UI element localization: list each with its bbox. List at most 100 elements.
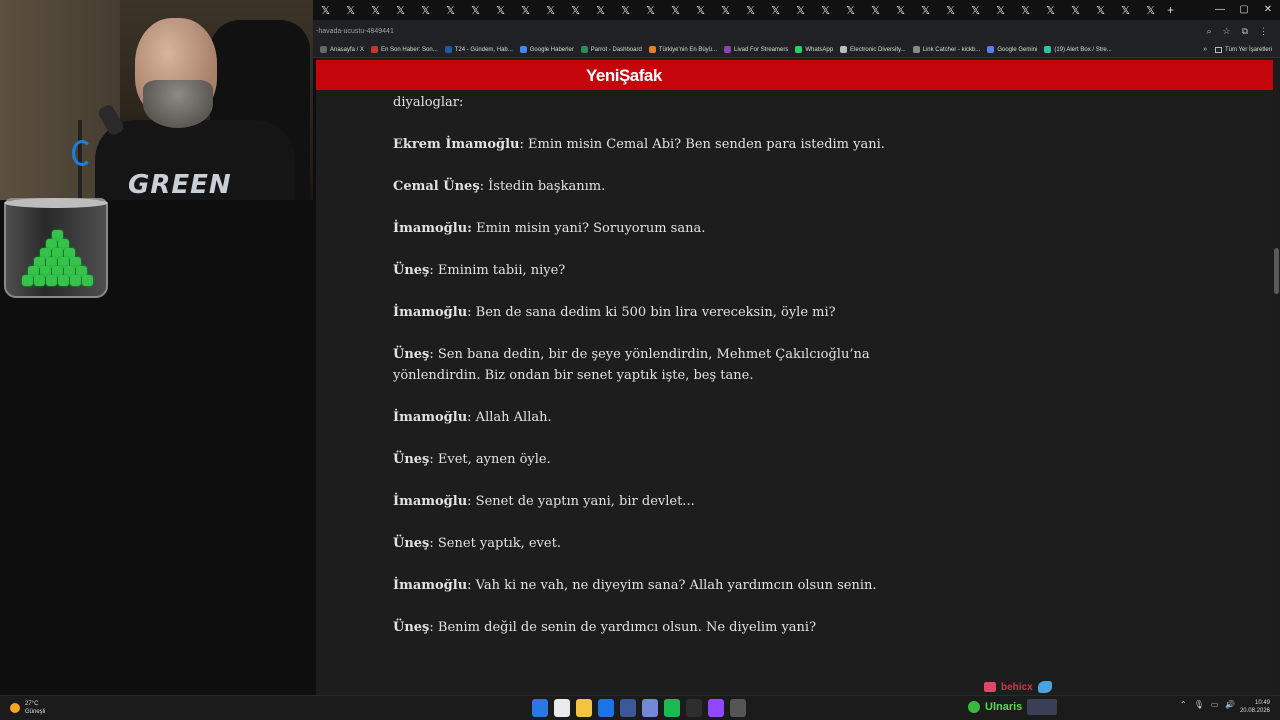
site-header: YeniŞafak	[316, 60, 1273, 90]
dialogue-line: İmamoğlu: Vah ki ne vah, ne diyeyim sana…	[393, 575, 953, 596]
browser-tab[interactable]: 𝕏	[963, 4, 988, 17]
taskbar-app-icon[interactable]	[576, 699, 592, 717]
star-icon[interactable]: ☆	[1222, 26, 1230, 37]
taskbar-app-icon[interactable]	[620, 699, 636, 717]
bookmark-item[interactable]: Parrot - Dashboard	[580, 46, 642, 53]
bookmark-label: En Son Haber: Son...	[381, 46, 438, 53]
browser-tab[interactable]: 𝕏	[613, 4, 638, 17]
bookmark-favicon-icon	[580, 46, 588, 53]
extensions-icon[interactable]: ⧉	[1242, 26, 1248, 37]
browser-tab[interactable]: 𝕏	[588, 4, 613, 17]
web-page: YeniŞafak diyaloglar: Ekrem İmamoğlu: Em…	[316, 58, 1273, 695]
speaker-name: Üneş	[393, 536, 430, 551]
menu-icon[interactable]: ⋮	[1259, 26, 1268, 37]
scrollbar-thumb[interactable]	[1274, 248, 1279, 294]
browser-tab[interactable]: 𝕏	[438, 4, 463, 17]
subscriber-badge-icon	[984, 682, 996, 692]
browser-tab[interactable]: 𝕏	[988, 4, 1013, 17]
url-field[interactable]: -havada-ucustu-4849441	[316, 28, 1206, 35]
browser-tab[interactable]: 𝕏	[1138, 4, 1163, 17]
browser-tab[interactable]: 𝕏	[363, 4, 388, 17]
speaker-name: İmamoğlu	[393, 578, 468, 593]
taskbar-app-icon[interactable]	[642, 699, 658, 717]
bookmark-label: Türkiye'nin En Büyü...	[658, 46, 717, 53]
taskbar-app-icon[interactable]	[708, 699, 724, 717]
bookmark-label: Electronic Diversity...	[850, 46, 906, 53]
browser-tab[interactable]: 𝕏	[1063, 4, 1088, 17]
page-scrollbar[interactable]	[1273, 58, 1280, 695]
bookmark-item[interactable]: Livad For Streamers	[724, 46, 788, 53]
bookmark-item[interactable]: Link Catcher - kickb...	[912, 46, 980, 53]
site-logo[interactable]: YeniŞafak	[586, 66, 662, 86]
browser-tab[interactable]: 𝕏	[388, 4, 413, 17]
browser-tab[interactable]: 𝕏	[1013, 4, 1038, 17]
new-tab-button[interactable]: +	[1167, 3, 1174, 17]
chat-overlay: behicx	[984, 681, 1052, 693]
bookmark-item[interactable]: En Son Haber: Son...	[371, 46, 438, 53]
bookmark-item[interactable]: Anasayfa / X	[320, 46, 364, 53]
bookmark-item[interactable]: Google Haberler	[519, 46, 574, 53]
taskbar-app-icon[interactable]	[598, 699, 614, 717]
browser-tab[interactable]: 𝕏	[538, 4, 563, 17]
browser-tab[interactable]: 𝕏	[638, 4, 663, 17]
chevron-up-icon[interactable]: ⌃	[1180, 700, 1187, 709]
browser-tab[interactable]: 𝕏	[738, 4, 763, 17]
close-window-button[interactable]: ✕	[1256, 0, 1280, 20]
bookmark-item[interactable]: (19) Alert Box / Stre...	[1044, 46, 1112, 53]
bookmark-item[interactable]: WhatsApp	[795, 46, 833, 53]
dialogue-text: Emin misin yani? Soruyorum sana.	[471, 221, 706, 236]
speaker-name: İmamoğlu:	[393, 221, 472, 236]
weather-widget[interactable]: 27°C Güneşli	[10, 700, 45, 716]
bookmark-favicon-icon	[724, 46, 731, 53]
browser-tab[interactable]: 𝕏	[1038, 4, 1063, 17]
all-bookmarks-label: Tüm Yer İşaretleri	[1224, 46, 1272, 53]
browser-tab[interactable]: 𝕏	[688, 4, 713, 17]
dialogue-text: : Emin misin Cemal Abi? Ben senden para …	[519, 137, 885, 152]
browser-tab[interactable]: 𝕏	[1088, 4, 1113, 17]
mic-tray-icon[interactable]: 🎙	[1194, 700, 1204, 709]
bookmark-item[interactable]: Türkiye'nin En Büyü...	[648, 46, 717, 53]
browser-tab[interactable]: 𝕏	[313, 4, 338, 17]
jar-rim	[4, 198, 108, 208]
taskbar-app-icon[interactable]	[686, 699, 702, 717]
browser-tab[interactable]: 𝕏	[513, 4, 538, 17]
address-bar-actions: ⌕ ☆ ⧉ ⋮	[1206, 26, 1268, 37]
browser-tab[interactable]: 𝕏	[813, 4, 838, 17]
browser-tab[interactable]: 𝕏	[488, 4, 513, 17]
gem-icon	[22, 275, 33, 286]
browser-tab[interactable]: 𝕏	[938, 4, 963, 17]
bookmark-item[interactable]: T24 - Gündem, Hab...	[444, 46, 513, 53]
browser-tab[interactable]: 𝕏	[663, 4, 688, 17]
bookmark-favicon-icon	[840, 46, 848, 53]
taskbar-app-icon[interactable]	[664, 699, 680, 717]
browser-tab[interactable]: 𝕏	[788, 4, 813, 17]
browser-tab[interactable]: 𝕏	[463, 4, 488, 17]
browser-tab[interactable]: 𝕏	[913, 4, 938, 17]
bookmark-item[interactable]: Electronic Diversity...	[840, 46, 906, 53]
taskbar-app-icon[interactable]	[730, 699, 746, 717]
browser-tab-bar: 𝕏𝕏𝕏𝕏𝕏𝕏𝕏𝕏𝕏𝕏𝕏𝕏𝕏𝕏𝕏𝕏𝕏𝕏𝕏𝕏𝕏𝕏𝕏𝕏𝕏𝕏𝕏𝕏𝕏𝕏𝕏𝕏𝕏𝕏 + — ▢…	[313, 0, 1280, 20]
bookmark-item[interactable]: Google Gemini	[987, 46, 1037, 53]
volume-icon[interactable]: 🔊	[1225, 700, 1235, 709]
browser-tab[interactable]: 𝕏	[413, 4, 438, 17]
search-icon[interactable]: ⌕	[1206, 26, 1211, 37]
browser-tab[interactable]: 𝕏	[838, 4, 863, 17]
minimize-button[interactable]: —	[1208, 0, 1232, 20]
maximize-button[interactable]: ▢	[1232, 0, 1256, 20]
taskbar-app-icon[interactable]	[554, 699, 570, 717]
browser-tab[interactable]: 𝕏	[863, 4, 888, 17]
browser-tab[interactable]: 𝕏	[1113, 4, 1138, 17]
all-bookmarks-button[interactable]: Tüm Yer İşaretleri	[1214, 46, 1272, 53]
browser-tab[interactable]: 𝕏	[338, 4, 363, 17]
gem-jar-overlay	[4, 198, 108, 298]
browser-tab[interactable]: 𝕏	[713, 4, 738, 17]
browser-tab[interactable]: 𝕏	[563, 4, 588, 17]
clock[interactable]: 10:49 20.08.2026	[1240, 699, 1270, 715]
display-icon[interactable]: ▭	[1211, 700, 1219, 709]
taskbar-app-icon[interactable]	[532, 699, 548, 717]
browser-tab[interactable]: 𝕏	[763, 4, 788, 17]
browser-tab[interactable]: 𝕏	[888, 4, 913, 17]
dialogue-text: : Vah ki ne vah, ne diyeyim sana? Allah …	[467, 578, 877, 593]
bookmarks-more-button[interactable]: »	[1203, 46, 1207, 53]
taskbar-apps	[532, 699, 746, 717]
